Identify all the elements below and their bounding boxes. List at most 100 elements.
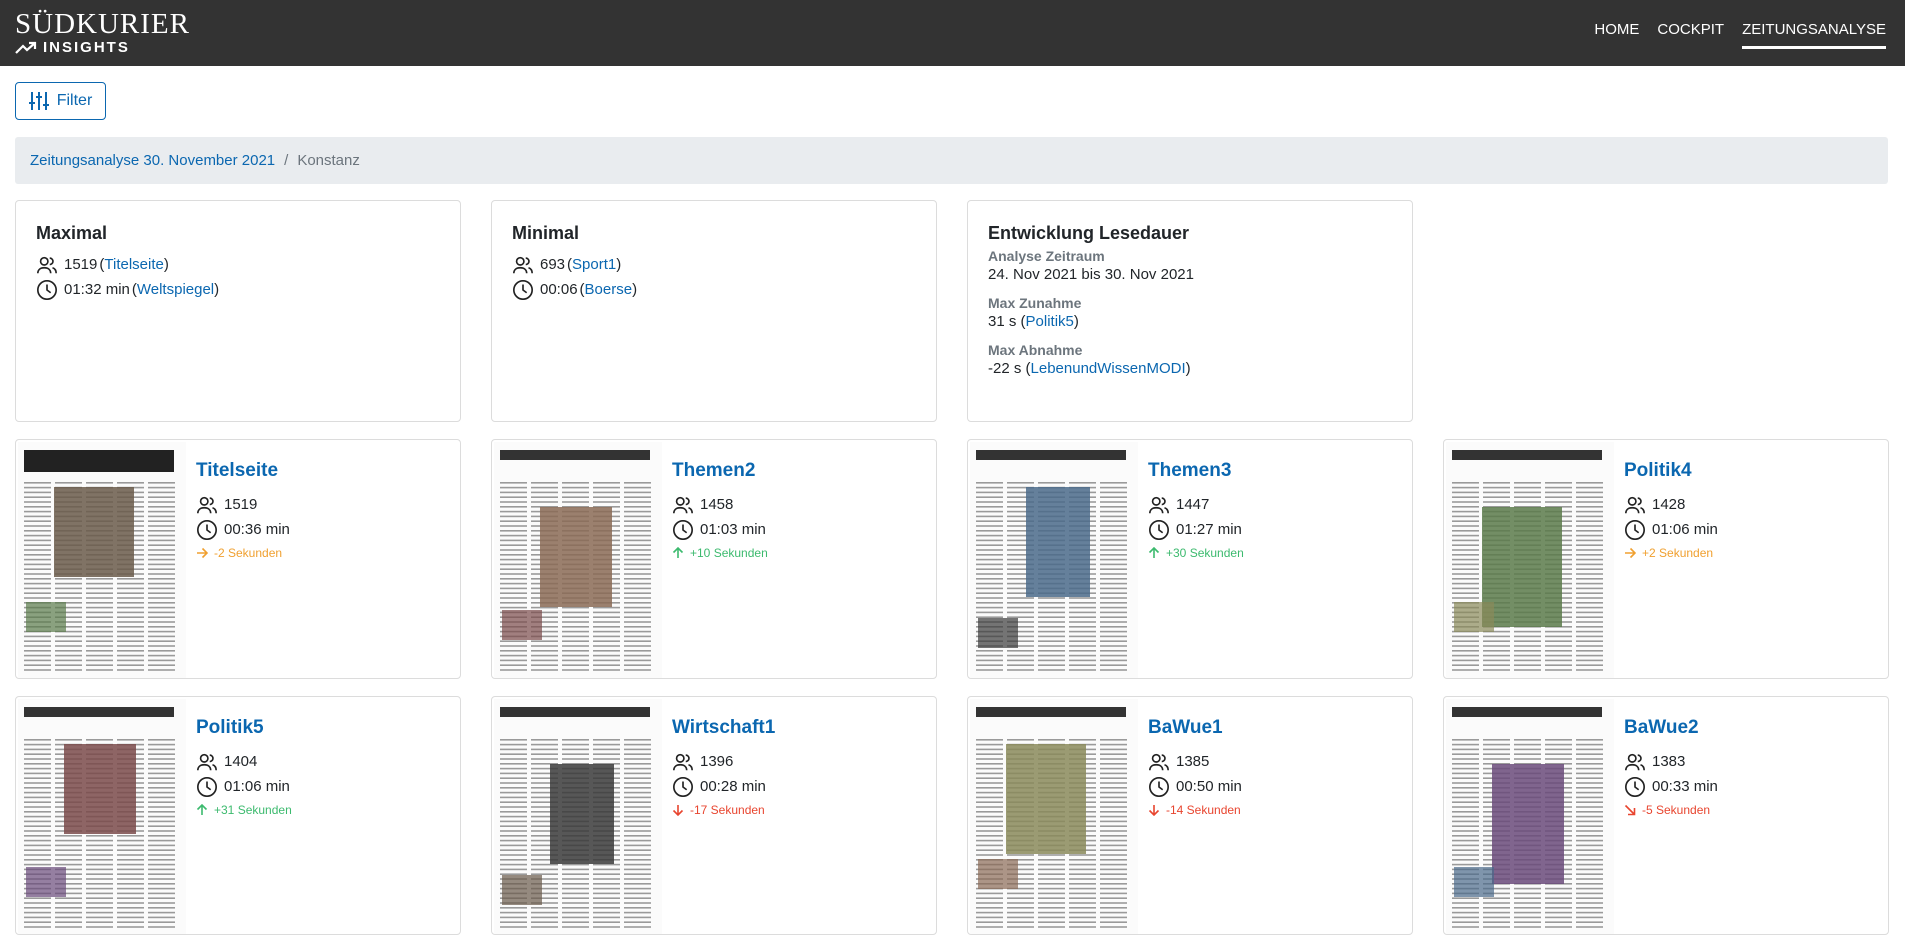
users-icon: [1149, 753, 1169, 770]
top-navbar: SÜDKURIER INSIGHTS HOME COCKPIT ZEITUNGS…: [0, 0, 1905, 66]
clock-icon: [1149, 776, 1169, 797]
page-thumbnail[interactable]: [970, 699, 1138, 934]
users-icon: [673, 496, 693, 513]
nav-home[interactable]: HOME: [1594, 21, 1639, 49]
page-thumbnail[interactable]: [1446, 442, 1614, 678]
sliders-icon: [28, 92, 49, 110]
page-card[interactable]: BaWue1 1385 00:50 min -14 Sekunden: [967, 696, 1413, 935]
clock-icon: [1625, 776, 1645, 797]
page-readers: 1404: [224, 753, 258, 770]
page-readers: 1396: [700, 753, 734, 770]
page-readers: 1428: [1652, 496, 1686, 513]
page-readers: 1385: [1176, 753, 1210, 770]
brand-logo[interactable]: SÜDKURIER INSIGHTS: [15, 10, 190, 57]
breadcrumb: Zeitungsanalyse 30. November 2021 / Kons…: [15, 137, 1888, 184]
nav-zeitungsanalyse[interactable]: ZEITUNGSANALYSE: [1742, 21, 1886, 49]
page-readers: 1458: [700, 496, 734, 513]
page-trend: -2 Sekunden: [196, 546, 290, 560]
nav-cockpit[interactable]: COCKPIT: [1657, 21, 1724, 49]
min-duration-page-link[interactable]: Boerse: [585, 281, 633, 298]
max-readers-page-link[interactable]: Titelseite: [104, 256, 163, 273]
page-trend-text: -14 Sekunden: [1166, 803, 1241, 817]
page-card[interactable]: BaWue2 1383 00:33 min -5 Sekunden: [1443, 696, 1889, 935]
page-title-link[interactable]: Themen3: [1148, 460, 1244, 482]
max-zunahme-page-link[interactable]: Politik5: [1026, 313, 1074, 330]
page-title-link[interactable]: BaWue2: [1624, 717, 1718, 739]
page-trend-text: -5 Sekunden: [1642, 803, 1711, 817]
page-trend-text: -2 Sekunden: [214, 546, 283, 560]
clock-icon: [1149, 519, 1169, 540]
page-title-link[interactable]: Politik5: [196, 717, 292, 739]
users-icon: [197, 496, 217, 513]
filter-button[interactable]: Filter: [15, 82, 106, 120]
page-trend: -14 Sekunden: [1148, 803, 1242, 817]
page-title-link[interactable]: Themen2: [672, 460, 768, 482]
max-abnahme-page-link[interactable]: LebenundWissenMODI: [1031, 360, 1186, 377]
page-title-link[interactable]: Politik4: [1624, 460, 1718, 482]
page-duration: 01:27 min: [1176, 521, 1242, 538]
page-card[interactable]: Themen3 1447 01:27 min +30 Sekunden: [967, 439, 1413, 679]
clock-icon: [37, 279, 57, 300]
main-nav: HOME COCKPIT ZEITUNGSANALYSE: [1576, 21, 1886, 49]
page-trend: +2 Sekunden: [1624, 546, 1718, 560]
trend-up-arrow-icon: [196, 804, 208, 815]
trend-arrow-icon: [15, 41, 37, 54]
page-trend-text: +30 Sekunden: [1166, 546, 1244, 560]
page-card[interactable]: Themen2 1458 01:03 min +10 Sekunden: [491, 439, 937, 679]
page-card[interactable]: Titelseite 1519 00:36 min -2 Sekunden: [15, 439, 461, 679]
min-readers-page-link[interactable]: Sport1: [572, 256, 616, 273]
page-thumbnail[interactable]: [970, 442, 1138, 678]
page-duration: 01:03 min: [700, 521, 766, 538]
page-card[interactable]: Wirtschaft1 1396 00:28 min -17 Sekunden: [491, 696, 937, 935]
clock-icon: [197, 519, 217, 540]
page-trend: -5 Sekunden: [1624, 803, 1718, 817]
clock-icon: [197, 776, 217, 797]
page-thumbnail[interactable]: [18, 442, 186, 678]
page-duration: 00:33 min: [1652, 778, 1718, 795]
card-title: Minimal: [512, 223, 580, 243]
breadcrumb-current: Konstanz: [297, 152, 360, 169]
page-title-link[interactable]: BaWue1: [1148, 717, 1242, 739]
clock-icon: [1625, 519, 1645, 540]
card-entwicklung-lesedauer: Entwicklung Lesedauer Analyse Zeitraum 2…: [967, 200, 1413, 422]
page-trend: +31 Sekunden: [196, 803, 292, 817]
page-card[interactable]: Politik5 1404 01:06 min +31 Sekunden: [15, 696, 461, 935]
users-icon: [513, 256, 533, 273]
max-duration-page-link[interactable]: Weltspiegel: [137, 281, 214, 298]
page-trend: +30 Sekunden: [1148, 546, 1244, 560]
page-trend-text: -17 Sekunden: [690, 803, 765, 817]
page-thumbnail[interactable]: [18, 699, 186, 934]
page-readers: 1447: [1176, 496, 1210, 513]
page-trend-text: +2 Sekunden: [1642, 546, 1714, 560]
users-icon: [1149, 496, 1169, 513]
page-card[interactable]: Politik4 1428 01:06 min +2 Sekunden: [1443, 439, 1889, 679]
page-duration: 00:36 min: [224, 521, 290, 538]
users-icon: [197, 753, 217, 770]
page-duration: 01:06 min: [224, 778, 290, 795]
logo-subtitle: INSIGHTS: [43, 39, 130, 56]
filter-label: Filter: [56, 92, 93, 109]
page-duration: 00:28 min: [700, 778, 766, 795]
page-trend-text: +31 Sekunden: [214, 803, 292, 817]
breadcrumb-link[interactable]: Zeitungsanalyse 30. November 2021: [30, 152, 275, 169]
page-trend: -17 Sekunden: [672, 803, 775, 817]
trend-up-arrow-icon: [1148, 547, 1160, 558]
clock-icon: [673, 776, 693, 797]
page-title-link[interactable]: Titelseite: [196, 460, 290, 482]
page-thumbnail[interactable]: [494, 699, 662, 934]
card-title: Entwicklung Lesedauer: [988, 223, 1190, 243]
page-title-link[interactable]: Wirtschaft1: [672, 717, 775, 739]
card-title: Maximal: [36, 223, 108, 243]
breadcrumb-separator: /: [284, 152, 289, 169]
users-icon: [1625, 496, 1645, 513]
page-thumbnail[interactable]: [1446, 699, 1614, 934]
trend-right-arrow-icon: [1625, 547, 1636, 559]
card-maximal: Maximal 1519 (Titelseite) 01:32 min (Welts…: [15, 200, 461, 422]
trend-down-arrow-icon: [672, 805, 684, 816]
users-icon: [1625, 753, 1645, 770]
page-trend: +10 Sekunden: [672, 546, 768, 560]
card-minimal: Minimal 693 (Sport1) 00:06 (Boerse): [491, 200, 937, 422]
logo-text: SÜDKURIER: [15, 8, 190, 40]
page-thumbnail[interactable]: [494, 442, 662, 678]
users-icon: [37, 256, 57, 273]
